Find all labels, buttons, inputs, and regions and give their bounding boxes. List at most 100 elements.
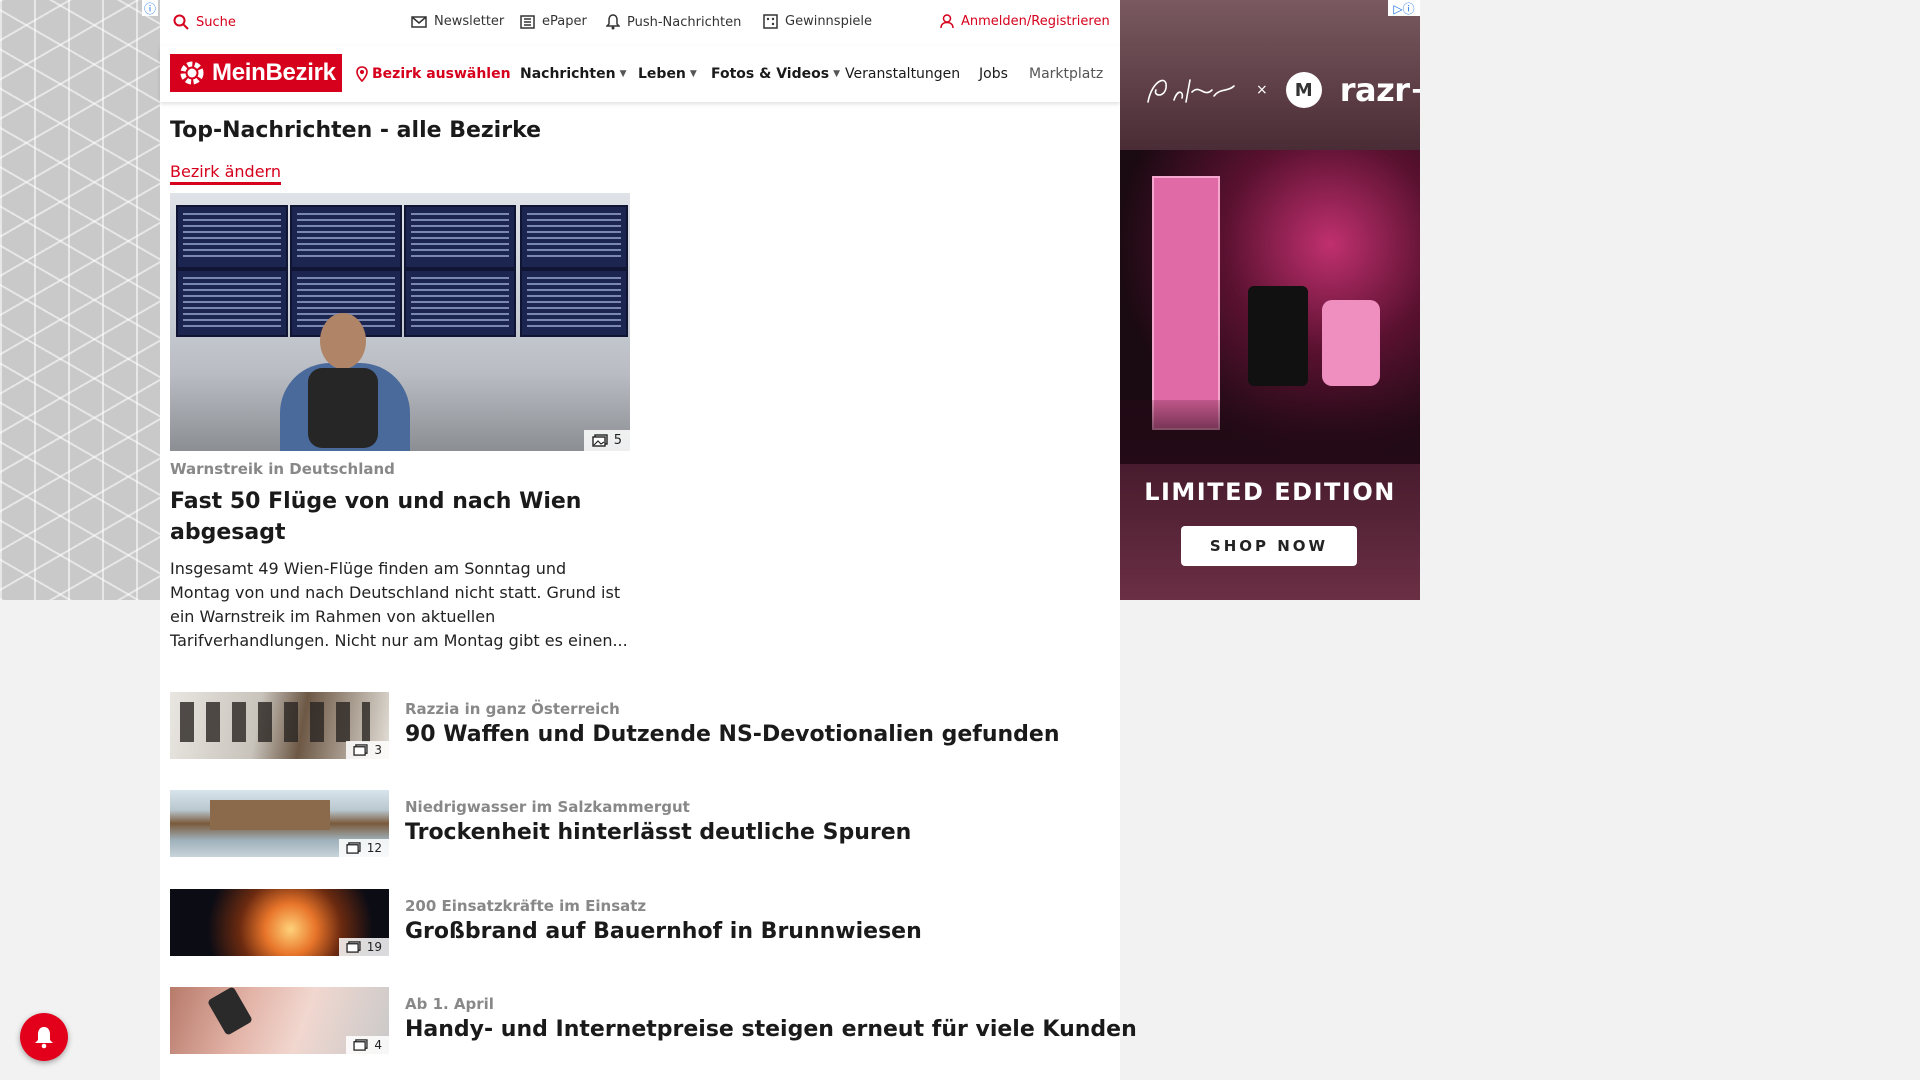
departure-board — [290, 205, 402, 269]
gallery-count-badge: 4 — [346, 1036, 389, 1054]
ad-headline: LIMITED EDITION — [1144, 478, 1396, 506]
nav-item-fotos-videos[interactable]: Fotos & Videos ▼ — [711, 66, 840, 82]
gallery-icon — [353, 744, 368, 756]
article-headline[interactable]: Handy- und Internetpreise steigen erneut… — [405, 1017, 1137, 1042]
newspaper-icon — [520, 14, 535, 29]
article-headline[interactable]: Großbrand auf Bauernhof in Brunnwiesen — [405, 919, 922, 944]
login-link[interactable]: Anmelden/Registrieren — [940, 14, 1110, 29]
push-notification-button[interactable] — [20, 1013, 68, 1061]
list-item[interactable]: 3 Razzia in ganz Österreich 90 Waffen un… — [170, 692, 1110, 760]
article-headline[interactable]: Trockenheit hinterlässt deutliche Spuren — [405, 820, 911, 845]
district-select[interactable]: Bezirk auswählen — [356, 66, 511, 82]
ad-cobrand-x: × — [1256, 82, 1268, 98]
gewinnspiele-label: Gewinnspiele — [785, 14, 873, 29]
list-item[interactable]: 4 Ab 1. April Handy- und Internetpreise … — [170, 987, 1137, 1055]
gallery-count-badge: 3 — [346, 741, 389, 759]
user-icon — [940, 14, 954, 29]
nav-item-nachrichten[interactable]: Nachrichten ▼ — [520, 66, 626, 82]
hero-image[interactable]: 5 — [170, 193, 630, 451]
nav-item-marktplatz[interactable]: Marktplatz — [1029, 66, 1109, 82]
departure-board — [520, 205, 628, 269]
nav-item-veranstaltungen[interactable]: Veranstaltungen — [845, 66, 960, 82]
article-kicker: 200 Einsatzkräfte im Einsatz — [405, 897, 647, 915]
article-thumbnail[interactable]: 19 — [170, 889, 389, 956]
nav-item-label: Marktplatz — [1029, 66, 1104, 82]
utility-bar: Suche Newsletter ePaper Push-Nachrichten… — [160, 0, 1120, 46]
phone-case-image — [1322, 300, 1380, 386]
razr-logo-text: razr+ — [1339, 71, 1420, 109]
hero-teaser: Insgesamt 49 Wien-Flüge finden am Sonnta… — [170, 559, 628, 650]
gallery-count-badge: 5 — [583, 430, 630, 451]
district-select-label: Bezirk auswählen — [372, 66, 511, 82]
chevron-down-icon: ▼ — [689, 69, 697, 79]
phone-shape — [207, 987, 253, 1036]
nav-item-label: Nachrichten — [520, 66, 616, 82]
shop-now-button[interactable]: SHOP NOW — [1181, 526, 1357, 566]
ad-product-image — [1120, 150, 1420, 464]
nav-item-label: Jobs — [979, 66, 1008, 82]
gallery-count: 12 — [366, 841, 382, 855]
gallery-count: 3 — [374, 743, 382, 757]
gallery-icon — [592, 434, 608, 447]
logo-flower-icon — [180, 61, 204, 85]
gallery-icon — [353, 1039, 368, 1051]
nav-item-label: Fotos & Videos — [711, 66, 830, 82]
article-thumbnail[interactable]: 3 — [170, 692, 389, 759]
ad-header: × M razr+ — [1120, 0, 1420, 150]
product-box — [1152, 176, 1220, 430]
site-logo[interactable]: MeinBezirk — [170, 54, 342, 92]
bell-icon — [606, 14, 620, 30]
nav-item-leben[interactable]: Leben ▼ — [638, 66, 697, 82]
chevron-down-icon: ▼ — [833, 69, 840, 79]
gallery-icon — [346, 842, 361, 854]
newsletter-link[interactable]: Newsletter — [411, 14, 504, 29]
nav-item-label: Leben — [638, 66, 686, 82]
bell-icon — [35, 1027, 53, 1049]
list-item[interactable]: 12 Niedrigwasser im Salzkammergut Trocke… — [170, 790, 1110, 858]
paris-hilton-signature — [1147, 79, 1235, 103]
search-link[interactable]: Suche — [173, 14, 236, 30]
ad-info-icon-left[interactable]: ⓘ — [142, 0, 158, 16]
departure-board — [176, 205, 288, 269]
page-title: Top-Nachrichten - alle Bezirke — [170, 118, 542, 143]
login-label: Anmelden/Registrieren — [961, 14, 1110, 29]
nav-item-label: Veranstaltungen — [845, 66, 961, 82]
article-thumbnail[interactable]: 4 — [170, 987, 389, 1054]
ad-choices-icon[interactable]: ▷ⓘ — [1388, 0, 1420, 16]
gallery-count-badge: 19 — [338, 938, 389, 956]
backpack — [308, 368, 378, 448]
departure-board — [176, 269, 288, 337]
page-container: Suche Newsletter ePaper Push-Nachrichten… — [160, 0, 1137, 1080]
epaper-link[interactable]: ePaper — [520, 14, 587, 29]
article-thumbnail[interactable]: 12 — [170, 790, 389, 857]
nav-item-jobs[interactable]: Jobs — [979, 66, 1008, 82]
hero-headline[interactable]: Fast 50 Flüge von und nach Wien abgesagt — [170, 486, 630, 548]
reflective-floor — [1120, 400, 1420, 464]
weapons-shapes — [180, 702, 370, 742]
background-pattern — [0, 0, 160, 600]
change-district-link[interactable]: Bezirk ändern — [170, 162, 281, 185]
gallery-count: 5 — [613, 433, 622, 448]
search-label: Suche — [196, 14, 236, 30]
traveler-head — [320, 313, 366, 369]
list-item[interactable]: 19 200 Einsatzkräfte im Einsatz Großbran… — [170, 889, 1110, 957]
ad-brand-line: × M razr+ — [1144, 68, 1420, 112]
newsletter-label: Newsletter — [434, 14, 505, 29]
logo-text: MeinBezirk — [212, 59, 336, 86]
phone-image — [1248, 286, 1308, 386]
mail-icon — [411, 15, 427, 28]
advertisement-banner[interactable]: × M razr+ LIMITED EDITION SHOP NOW — [1120, 0, 1420, 600]
gallery-count: 4 — [374, 1038, 382, 1052]
chevron-down-icon: ▼ — [619, 69, 627, 79]
article-headline[interactable]: 90 Waffen und Dutzende NS-Devotionalien … — [405, 722, 1059, 747]
main-navigation: MeinBezirk Bezirk auswählen Nachrichten ▼… — [160, 46, 1120, 102]
departure-board — [404, 205, 516, 269]
gallery-count-badge: 12 — [338, 839, 389, 857]
article-kicker: Niedrigwasser im Salzkammergut — [405, 798, 690, 816]
push-label: Push-Nachrichten — [627, 14, 742, 30]
motorola-logo-icon: M — [1285, 72, 1322, 108]
gallery-count: 19 — [366, 940, 382, 954]
push-notifications-link[interactable]: Push-Nachrichten — [606, 14, 741, 30]
search-icon — [173, 14, 189, 30]
gewinnspiele-link[interactable]: Gewinnspiele — [763, 14, 872, 29]
